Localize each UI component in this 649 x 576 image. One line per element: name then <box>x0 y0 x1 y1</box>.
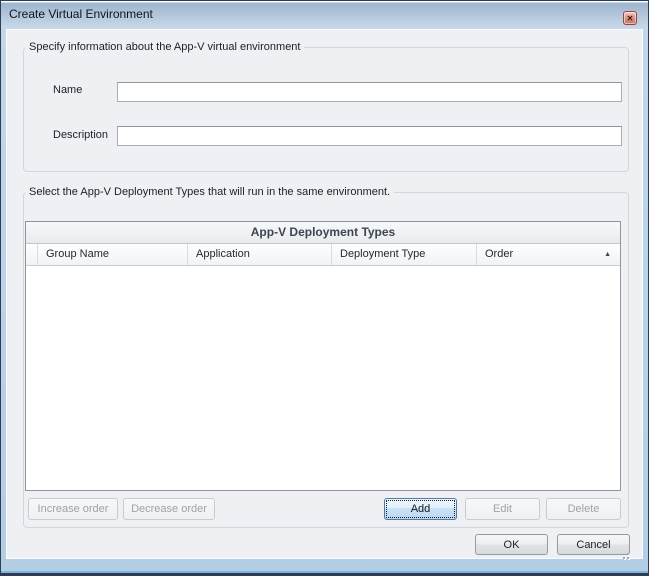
delete-button: Delete <box>546 498 621 520</box>
table-body-empty <box>26 266 620 490</box>
info-groupbox <box>23 47 629 172</box>
ok-button[interactable]: OK <box>475 534 548 555</box>
name-label: Name <box>53 84 82 96</box>
column-header-order[interactable]: Order ▲ <box>477 244 620 265</box>
deployment-types-groupbox-title: Select the App-V Deployment Types that w… <box>25 186 394 198</box>
decrease-order-button: Decrease order <box>123 498 215 520</box>
sort-ascending-icon: ▲ <box>604 245 611 264</box>
column-header-application[interactable]: Application <box>188 244 332 265</box>
create-virtual-environment-dialog: Create Virtual Environment ✕ Specify inf… <box>0 0 649 576</box>
add-button[interactable]: Add <box>384 498 457 520</box>
description-input[interactable] <box>117 126 622 146</box>
info-groupbox-title: Specify information about the App-V virt… <box>25 41 304 53</box>
increase-order-button: Increase order <box>28 498 118 520</box>
close-icon: ✕ <box>624 13 636 24</box>
titlebar[interactable]: Create Virtual Environment <box>1 1 648 29</box>
resize-grip[interactable] <box>619 549 631 561</box>
column-header-group-name[interactable]: Group Name <box>38 244 188 265</box>
column-header-order-label: Order <box>485 248 513 260</box>
edit-button: Edit <box>465 498 540 520</box>
deployment-types-table: App-V Deployment Types Group Name Applic… <box>25 221 621 491</box>
column-header-row-selector[interactable] <box>26 244 38 265</box>
name-input[interactable] <box>117 82 622 102</box>
table-column-headers: Group Name Application Deployment Type O… <box>26 244 620 266</box>
window-title: Create Virtual Environment <box>9 1 153 28</box>
description-label: Description <box>53 129 108 141</box>
close-button[interactable]: ✕ <box>623 11 637 25</box>
table-title: App-V Deployment Types <box>26 222 620 244</box>
column-header-deployment-type[interactable]: Deployment Type <box>332 244 477 265</box>
